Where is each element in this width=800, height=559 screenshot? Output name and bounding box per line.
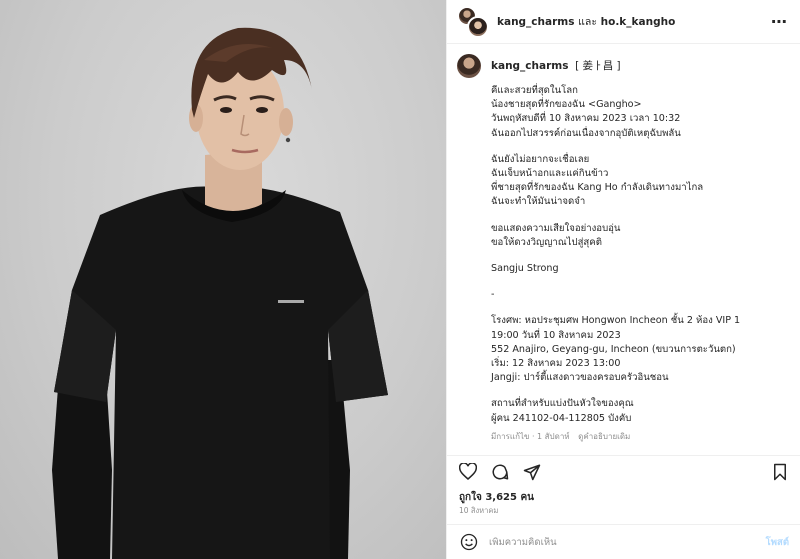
caption-line: สถานที่สำหรับแบ่งปันหัวใจของคุณ <box>491 398 634 410</box>
collab-avatars[interactable] <box>457 5 489 38</box>
caption-line: 19:00 วันที่ 10 สิงหาคม 2023 <box>491 329 621 341</box>
caption-line: วันพฤหัสบดีที่ 10 สิงหาคม 2023 เวลา 10:3… <box>491 113 681 125</box>
author-link-1[interactable]: kang_charms <box>497 16 574 28</box>
more-horizontal-icon[interactable]: ⋯ <box>771 13 788 30</box>
bookmark-icon[interactable] <box>769 461 791 483</box>
caption-line: ฉันยังไม่อยากจะเชื่อเลย <box>491 153 590 165</box>
comment-icon[interactable] <box>489 461 511 483</box>
caption-meta: มีการแก้ไข · 1 สัปดาห์ ดูคำอธิบายเดิม <box>491 430 790 443</box>
caption-avatar[interactable] <box>457 54 481 78</box>
action-bar <box>447 455 800 487</box>
caption-username-link[interactable]: kang_charms <box>491 60 568 72</box>
see-original-link[interactable]: ดูคำอธิบายเดิม <box>578 432 630 441</box>
caption-line: โรงศพ: หอประชุมศพ Hongwon Incheon ชั้น 2… <box>491 315 741 327</box>
caption-line: เริ่ม: 12 สิงหาคม 2023 13:00 <box>491 358 621 370</box>
post-date: 10 สิงหาคม <box>459 506 499 515</box>
post-authors: kang_charms และ ho.k_kangho <box>497 13 771 30</box>
post-panel: kang_charms และ ho.k_kangho ⋯ kang_charm… <box>446 0 800 559</box>
caption-line: ฉันเจ็บหน้าอกและแค่กินข้าว <box>491 168 609 180</box>
portrait-illustration <box>52 27 388 559</box>
heart-icon[interactable] <box>457 461 479 483</box>
caption-line: Sangju Strong <box>491 263 559 275</box>
send-icon[interactable] <box>521 461 543 483</box>
caption-line: Jangji: ปาร์ตี้แสงดาวของครอบครัวอินชอน <box>491 372 669 384</box>
author-conjunction: และ <box>578 16 597 28</box>
post-comment-button[interactable]: โพสต์ <box>766 535 789 550</box>
caption-line: คีและสวยที่สุดในโลก <box>491 85 578 96</box>
smiley-icon[interactable] <box>459 532 479 552</box>
caption-line: - <box>491 289 495 301</box>
caption-line: ผู้คน 241102-04-112805 บังคับ <box>491 412 632 424</box>
caption-edited: มีการแก้ไข · 1 สัปดาห์ <box>491 431 570 441</box>
caption-line: ขอแสดงความเสียใจอย่างอบอุ่น <box>491 222 621 234</box>
comment-bar: โพสต์ <box>447 524 800 559</box>
comment-input[interactable] <box>489 536 766 548</box>
post-header: kang_charms และ ho.k_kangho ⋯ <box>447 0 800 44</box>
avatar-user2[interactable] <box>467 15 489 38</box>
caption-line: ขอให้ดวงวิญญาณไปสู่สุคติ <box>491 236 602 248</box>
caption-line: ฉันจะทำให้มันน่าจดจำ <box>491 196 586 208</box>
caption-line: น้องชายสุดที่รักของฉัน <Gangho> <box>491 99 642 111</box>
caption-area: kang_charms [ 姜ㅏ昌 ] คีและสวยที่สุดในโลกน… <box>447 44 800 456</box>
post-image[interactable] <box>0 0 446 559</box>
caption-text: คีและสวยที่สุดในโลกน้องชายสุดที่รักของฉั… <box>491 84 790 426</box>
caption-username: kang_charms [ 姜ㅏ昌 ] <box>491 54 621 78</box>
caption-line: 552 Anajiro, Geyang-gu, Incheon (ขบวนการ… <box>491 343 736 355</box>
caption-tag: [ 姜ㅏ昌 ] <box>575 60 621 72</box>
caption-line: พี่ชายสุดที่รักของฉัน Kang Ho กำลังเดินท… <box>491 182 704 194</box>
likes-count[interactable]: ถูกใจ 3,625 คน <box>459 490 534 505</box>
author-link-2[interactable]: ho.k_kangho <box>601 16 676 28</box>
caption-line: ฉันออกไปสวรรค์ก่อนเนื่องจากอุบัติเหตุฉับ… <box>491 127 681 139</box>
